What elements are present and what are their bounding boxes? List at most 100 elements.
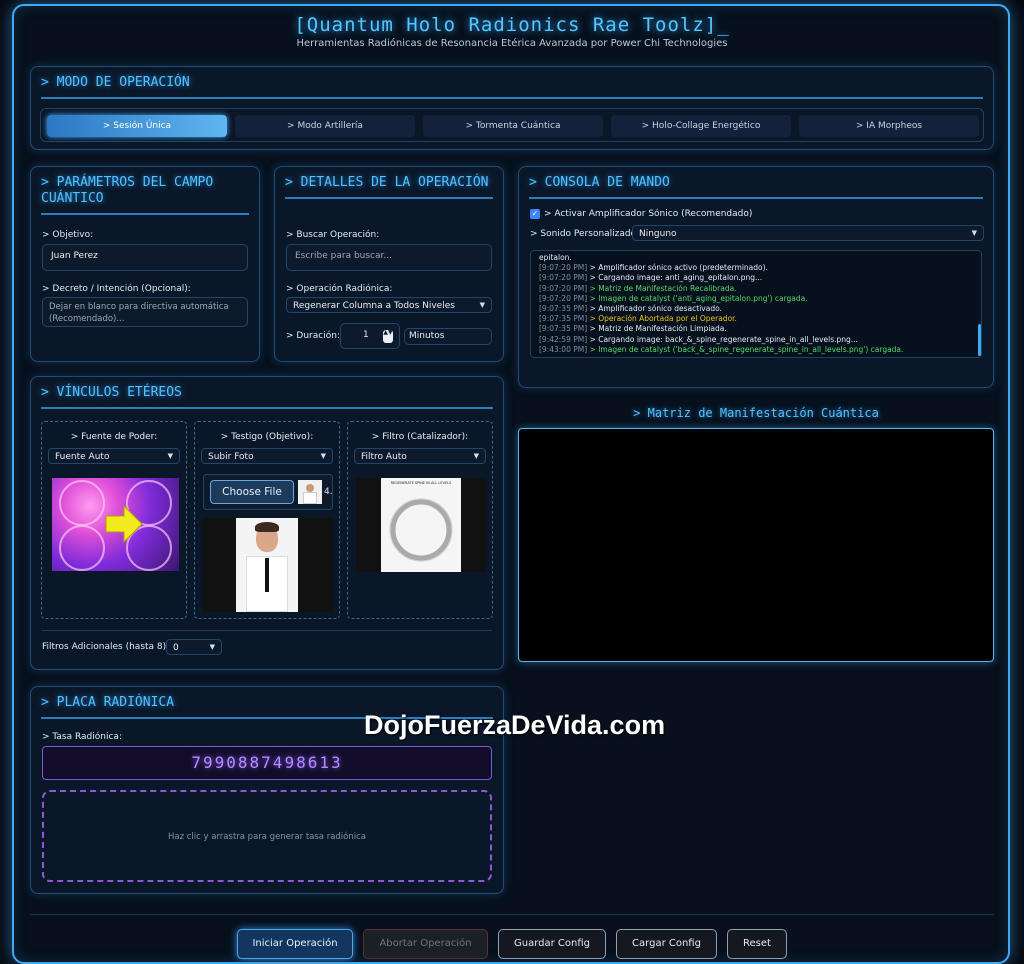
drop-hint: Haz clic y arrastra para generar tasa ra…	[167, 832, 366, 842]
duration-stepper[interactable]: 1 ▲▼	[340, 323, 400, 349]
chevron-down-icon: ▼	[971, 229, 977, 237]
tab-modo-artilleria[interactable]: > Modo Artillería	[235, 115, 415, 137]
chevron-down-icon: ▼	[167, 452, 173, 460]
log-line: epitalon.	[539, 253, 973, 263]
save-config-button[interactable]: Guardar Config	[498, 929, 606, 959]
operation-value: Regenerar Columna a Todos Niveles	[293, 301, 455, 311]
sound-select[interactable]: Ninguno ▼	[632, 225, 984, 241]
extra-filters-label: Filtros Adicionales (hasta 8):	[42, 642, 170, 652]
load-config-button[interactable]: Cargar Config	[616, 929, 717, 959]
log-message: > Amplificador sónico activo (predetermi…	[589, 263, 768, 273]
search-input[interactable]: Escribe para buscar...	[286, 244, 492, 271]
links-title: > VÍNCULOS ETÉREOS	[41, 385, 493, 409]
power-select[interactable]: Fuente Auto ▼	[48, 448, 180, 464]
abort-operation-button[interactable]: Abortar Operación	[363, 929, 488, 959]
console-log[interactable]: epitalon. [9:07:20 PM] > Amplificador són…	[530, 250, 982, 358]
filter-value: Filtro Auto	[361, 452, 407, 462]
power-value: Fuente Auto	[55, 452, 110, 462]
params-title: > PARÁMETROS DEL CAMPO CUÁNTICO	[41, 175, 249, 215]
arrow-right-icon	[59, 480, 172, 571]
console-title: > CONSOLA DE MANDO	[529, 175, 983, 199]
log-timestamp: [9:07:20 PM]	[539, 263, 588, 273]
power-label: > Fuente de Poder:	[70, 432, 158, 442]
details-title: > DETALLES DE LA OPERACIÓN	[285, 175, 493, 199]
log-message: > Cargando image: back_&_spine_regenerat…	[589, 334, 858, 344]
tab-holo-collage[interactable]: > Holo-Collage Energético	[611, 115, 791, 137]
log-line: [9:07:35 PM] > Matriz de Manifestación L…	[539, 324, 973, 334]
operation-label: > Operación Radiónica:	[286, 284, 393, 294]
log-message: > Operación Abortada por el Operador.	[589, 314, 737, 324]
log-line: [9:07:20 PM] > Cargando image: anti_agin…	[539, 273, 973, 283]
duration-label: > Duración:	[286, 331, 340, 341]
log-line: [9:07:35 PM] > Operación Abortada por el…	[539, 314, 973, 324]
witness-slot: > Testigo (Objetivo): Subir Foto ▼ Choos…	[194, 421, 340, 619]
log-message: > Matriz de Manifestación Recalibrada.	[589, 283, 737, 293]
log-timestamp: [9:07:20 PM]	[539, 273, 588, 283]
tab-sesion-unica[interactable]: > Sesión Única	[47, 115, 227, 137]
extra-filters-select[interactable]: 0 ▼	[166, 639, 222, 655]
log-message: epitalon.	[539, 253, 572, 262]
filter-slot: > Filtro (Catalizador): Filtro Auto ▼ RE…	[347, 421, 493, 619]
witness-photo	[203, 518, 333, 612]
reset-button[interactable]: Reset	[727, 929, 787, 959]
rate-display: 7990887498613	[42, 746, 492, 780]
operation-select[interactable]: Regenerar Columna a Todos Niveles ▼	[286, 297, 492, 313]
witness-value: Subir Foto	[208, 452, 254, 462]
filter-select[interactable]: Filtro Auto ▼	[354, 448, 486, 464]
chevron-down-icon: ▼	[320, 452, 326, 460]
log-message: > Amplificador sónico desactivado.	[589, 304, 722, 314]
filter-label: > Filtro (Catalizador):	[371, 432, 469, 442]
duration-unit: Minutos	[404, 328, 492, 345]
mode-tabs: > Sesión Única > Modo Artillería > Torme…	[40, 108, 984, 142]
log-message: > Cargando image: anti_aging_epitalon.pn…	[589, 273, 763, 283]
matrix-title: > Matriz de Manifestación Cuántica	[633, 406, 879, 420]
file-thumbnail	[298, 480, 322, 504]
power-source-image	[52, 478, 179, 571]
console-scrollbar[interactable]	[978, 324, 981, 356]
catalyst-image: REGENERATE SPINE IN ALL LEVELS	[356, 478, 486, 572]
file-count: 4.	[324, 487, 333, 497]
rate-generator-area[interactable]: Haz clic y arrastra para generar tasa ra…	[42, 790, 492, 882]
amp-checkbox[interactable]: ✓	[530, 209, 540, 219]
footer-divider	[30, 914, 994, 915]
app-title: [Quantum Holo Radionics Rae Toolz]_	[294, 14, 730, 36]
file-input: Choose File 4.	[203, 474, 333, 510]
log-line: [9:07:35 PM] > Amplificador sónico desac…	[539, 304, 973, 314]
tab-ia-morpheos[interactable]: > IA Morpheos	[799, 115, 979, 137]
tab-tormenta-cuantica[interactable]: > Tormenta Cuántica	[423, 115, 603, 137]
app-subtitle: Herramientas Radiónicas de Resonancia Et…	[296, 38, 728, 49]
manifestation-matrix[interactable]	[518, 428, 994, 662]
mode-title: > MODO DE OPERACIÓN	[41, 75, 983, 99]
duration-value: 1	[363, 330, 369, 340]
log-timestamp: [9:07:20 PM]	[539, 293, 588, 303]
log-timestamp: [9:07:35 PM]	[539, 324, 588, 334]
sound-value: Ninguno	[639, 229, 677, 239]
log-message: > Imagen de catalyst ('back_&_spine_rege…	[589, 344, 904, 354]
witness-label: > Testigo (Objetivo):	[220, 432, 314, 442]
links-divider	[42, 630, 492, 631]
log-line: [9:07:20 PM] > Matriz de Manifestación R…	[539, 284, 973, 294]
power-slot: > Fuente de Poder: Fuente Auto ▼	[41, 421, 187, 619]
decree-label: > Decreto / Intención (Opcional):	[42, 284, 191, 294]
objective-label: > Objetivo:	[42, 230, 94, 240]
watermark: DojoFuerzaDeVida.com	[364, 710, 666, 740]
choose-file-button[interactable]: Choose File	[210, 480, 294, 504]
sound-label: > Sonido Personalizado:	[530, 229, 640, 239]
log-timestamp: [9:07:20 PM]	[539, 283, 588, 293]
log-line: [9:07:20 PM] > Amplificador sónico activ…	[539, 263, 973, 273]
rate-label: > Tasa Radiónica:	[42, 732, 122, 742]
extra-filters-value: 0	[173, 643, 179, 653]
log-timestamp: [9:07:35 PM]	[539, 304, 588, 314]
log-timestamp: [9:07:35 PM]	[539, 314, 588, 324]
stepper-arrows-icon[interactable]: ▲▼	[383, 330, 393, 343]
start-operation-button[interactable]: Iniciar Operación	[237, 929, 353, 959]
log-timestamp: [9:42:59 PM]	[539, 334, 588, 344]
decree-textarea[interactable]: Dejar en blanco para directiva automátic…	[42, 297, 248, 327]
log-line: [9:43:00 PM] > Imagen de catalyst ('back…	[539, 345, 973, 355]
spine-ring-icon	[389, 498, 453, 562]
log-message: > Matriz de Manifestación Limpiada.	[589, 324, 727, 334]
log-line: [9:42:59 PM] > Cargando image: back_&_sp…	[539, 335, 973, 345]
witness-select[interactable]: Subir Foto ▼	[201, 448, 333, 464]
objective-input[interactable]: Juan Perez	[42, 244, 248, 271]
log-line: [9:07:20 PM] > Imagen de catalyst ('anti…	[539, 294, 973, 304]
